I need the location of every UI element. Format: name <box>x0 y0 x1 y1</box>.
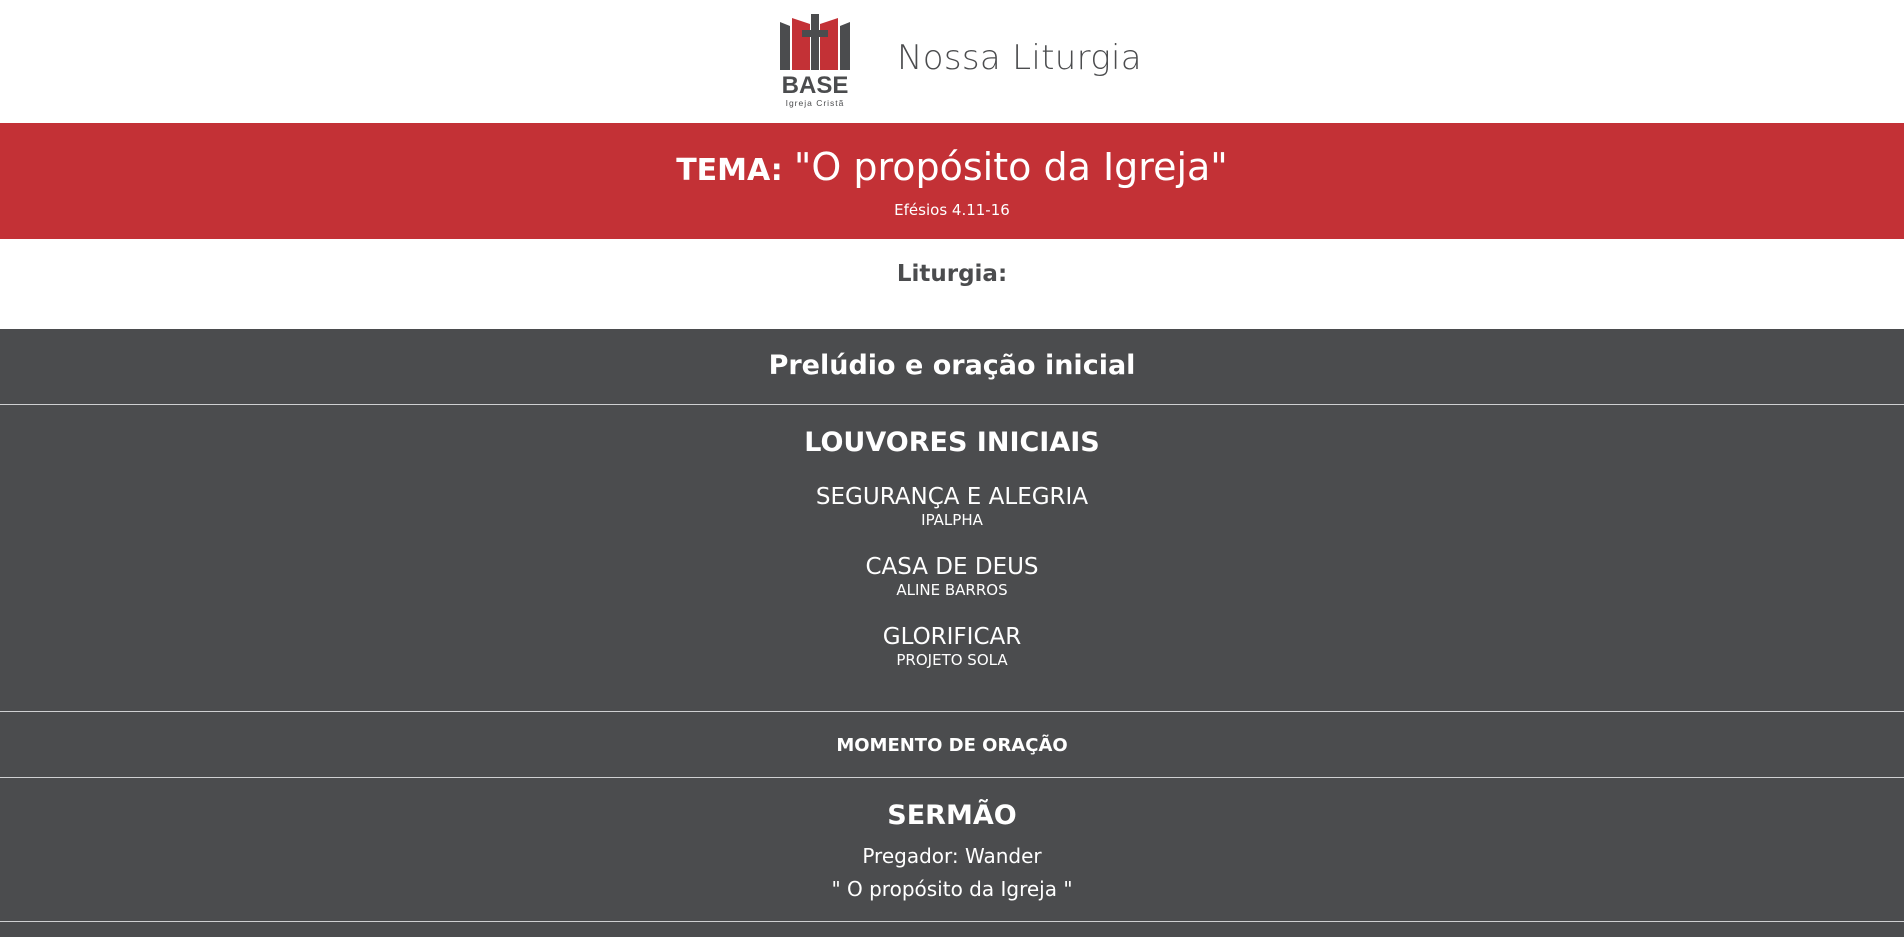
base-church-logo[interactable]: BASE Igreja Cristã <box>776 14 854 110</box>
song-title: GLORIFICAR <box>882 624 1022 650</box>
songs-section: LOUVORES INICIAIS SEGURANÇA E ALEGRIA IP… <box>0 405 1904 712</box>
sermon-section: SERMÃO Pregador: Wander " O propósito da… <box>0 778 1904 922</box>
prayer-title: MOMENTO DE ORAÇÃO <box>836 735 1068 756</box>
sermon-preacher: Pregador: Wander <box>862 844 1042 868</box>
theme-banner: TEMA: "O propósito da Igreja" Efésios 4.… <box>0 123 1904 239</box>
sermon-title: " O propósito da Igreja " <box>831 877 1073 901</box>
liturgy-heading-section: Liturgia: <box>0 239 1904 329</box>
song-item: CASA DE DEUS ALINE BARROS <box>0 553 1904 599</box>
prayer-section: MOMENTO DE ORAÇÃO <box>0 712 1904 778</box>
prelude-section: Prelúdio e oração inicial <box>0 329 1904 405</box>
song-artist: ALINE BARROS <box>896 581 1008 599</box>
song-artist: PROJETO SOLA <box>896 651 1008 669</box>
song-item: GLORIFICAR PROJETO SOLA <box>0 623 1904 669</box>
page-header: BASE Igreja Cristã Nossa Liturgia <box>0 0 1904 123</box>
song-title: CASA DE DEUS <box>865 554 1039 580</box>
song-artist: IPALPHA <box>921 511 983 529</box>
theme-line: TEMA: "O propósito da Igreja" <box>0 145 1904 189</box>
theme-label: TEMA: <box>676 153 783 188</box>
song-item: SEGURANÇA E ALEGRIA IPALPHA <box>0 483 1904 529</box>
prelude-title: Prelúdio e oração inicial <box>768 350 1136 381</box>
songs-title: LOUVORES INICIAIS <box>804 427 1100 458</box>
theme-title: "O propósito da Igreja" <box>793 145 1228 189</box>
logo-wordmark: BASE <box>782 72 849 99</box>
bible-reference: Efésios 4.11-16 <box>894 201 1010 219</box>
song-title: SEGURANÇA E ALEGRIA <box>815 484 1089 510</box>
logo-subtitle: Igreja Cristã <box>786 98 845 108</box>
next-section <box>0 922 1904 937</box>
site-title: Nossa Liturgia <box>897 38 1142 78</box>
sermon-heading: SERMÃO <box>887 800 1017 831</box>
liturgy-heading: Liturgia: <box>896 261 1008 287</box>
